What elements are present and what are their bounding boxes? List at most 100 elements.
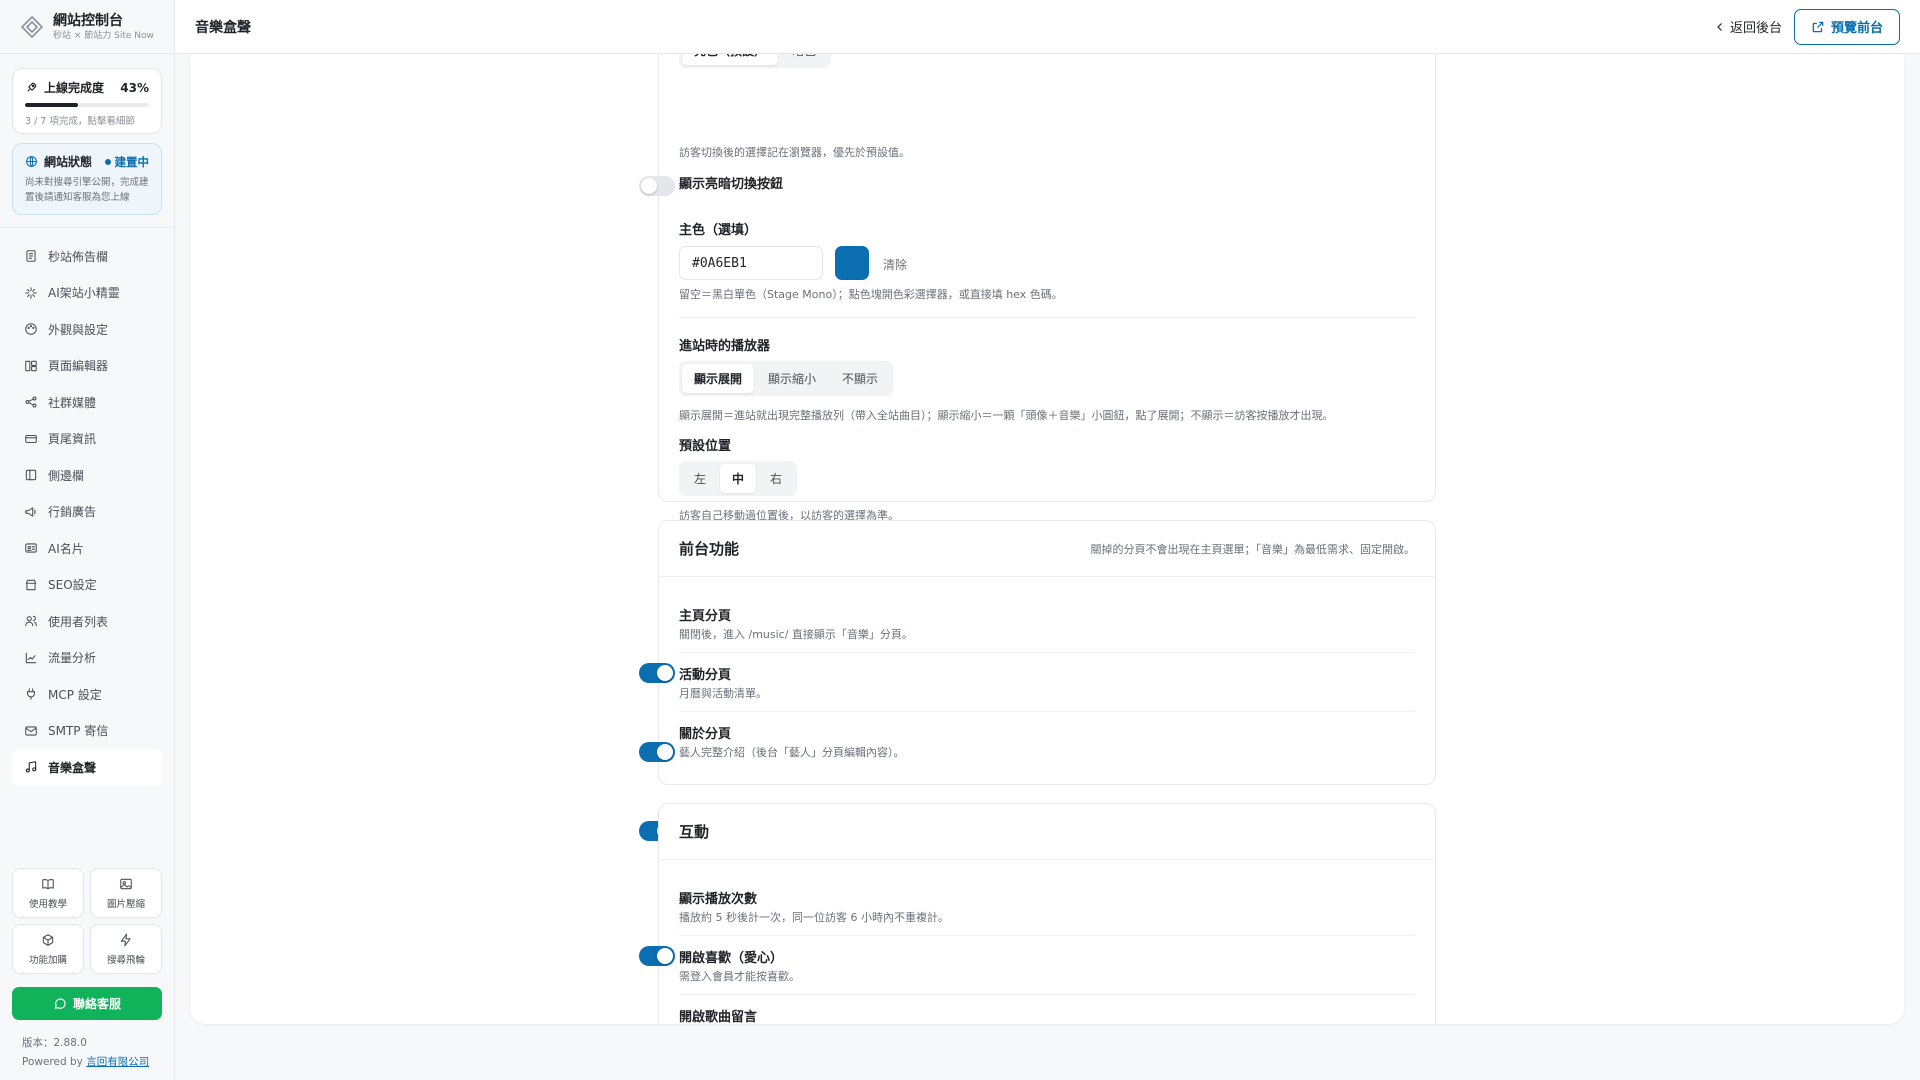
- package-icon: [42, 933, 54, 946]
- sidebar-item-10[interactable]: 使用者列表: [0, 603, 174, 640]
- sidebar-nav: 秒站佈告欄 AI架站小精靈外觀與設定頁面編輯器社群媒體頁尾資訊側邊欄行銷廣告 AI名…: [0, 227, 174, 786]
- sidebar-item-label: 行銷廣告: [48, 505, 97, 520]
- sidebar-item-4[interactable]: 社群媒體: [0, 384, 174, 421]
- sidebar-item-label: AI名片: [48, 541, 84, 556]
- feature-label: 主頁分頁: [679, 609, 732, 624]
- position-label: 預設位置: [679, 439, 732, 454]
- layout-icon: [25, 360, 37, 371]
- sidebar-item-label: 使用者列表: [48, 614, 109, 629]
- main-content: 亮色（預設）暗色 訪客切換後的選擇記在瀏覽器，優先於預設值。 顯示亮暗切換按鈕 …: [190, 54, 1904, 1024]
- feature-label: 活動分頁: [679, 668, 732, 683]
- sidebar-item-label: MCP 設定: [48, 687, 102, 702]
- primary-color-input[interactable]: #0A6EB1: [679, 246, 823, 280]
- show-theme-toggle-label: 顯示亮暗切換按鈕: [679, 177, 784, 192]
- interaction-panel: 互動 顯示播放次數 播放約 5 秒後計一次，同一位訪客 6 小時內不重複計。 開啟喜…: [639, 803, 1436, 1024]
- interaction-title: 互動: [679, 823, 710, 841]
- theme-desc: 訪客切換後的選擇記在瀏覽器，優先於預設值。: [679, 146, 910, 159]
- quick-link-2[interactable]: 功能加購: [12, 924, 84, 974]
- contact-support-label: 聯絡客服: [72, 997, 121, 1011]
- section-divider: [679, 317, 1415, 318]
- sidebar-item-5[interactable]: 頁尾資訊: [0, 421, 174, 458]
- quick-link-label: 使用教學: [28, 898, 67, 910]
- player-option-0[interactable]: 顯示展開: [682, 364, 755, 393]
- player-desc: 顯示展開＝進站就出現完整播放列（帶入全站曲目）；顯示縮小＝一顆「頭像＋音樂」小圓…: [679, 409, 1334, 422]
- company-link[interactable]: 言回有限公司: [86, 1056, 149, 1068]
- position-segmented: 左中右: [679, 461, 798, 496]
- position-option-0[interactable]: 左: [682, 464, 718, 493]
- sidebar-item-12[interactable]: MCP 設定: [0, 676, 174, 713]
- chevron-left-icon: [1717, 22, 1722, 31]
- preview-frontend-button[interactable]: 預覽前台: [1793, 8, 1900, 45]
- frontend-features-header: 前台功能 關掉的分頁不會出現在主頁選單；「音樂」為最低需求、固定開啟。: [659, 521, 1435, 577]
- sidebar-item-13[interactable]: SMTP 寄信: [0, 713, 174, 750]
- sidebar-item-label: 社群媒體: [48, 395, 97, 410]
- interaction-feature-list: 顯示播放次數 播放約 5 秒後計一次，同一位訪客 6 小時內不重複計。 開啟喜歡（愛…: [639, 860, 1435, 1024]
- quick-link-3[interactable]: 搜尋飛輪: [90, 924, 162, 974]
- sidebar-item-6[interactable]: 側邊欄: [0, 457, 174, 494]
- appearance-panel: 亮色（預設）暗色 訪客切換後的選擇記在瀏覽器，優先於預設值。 顯示亮暗切換按鈕 …: [639, 54, 1436, 522]
- feature-toggle-switch[interactable]: [639, 663, 675, 683]
- preview-frontend-label: 預覽前台: [1830, 21, 1883, 36]
- sidebar-item-3[interactable]: 頁面編輯器: [0, 348, 174, 385]
- sidebar-item-14[interactable]: 音樂盒聲: [12, 749, 162, 786]
- position-option-1[interactable]: 中: [720, 464, 757, 493]
- page-title: 音樂盒聲: [195, 19, 251, 36]
- sidebar-item-label: 頁尾資訊: [48, 432, 97, 447]
- interaction-header: 互動: [659, 804, 1435, 860]
- image-icon: [120, 878, 132, 889]
- feature-toggle-switch[interactable]: [639, 946, 675, 966]
- brand[interactable]: 網站控制台 秒站 × 節站力 Site Now: [0, 0, 174, 54]
- show-theme-toggle-switch[interactable]: [639, 176, 675, 196]
- player-option-2[interactable]: 不顯示: [830, 364, 890, 393]
- feature-toggle-switch[interactable]: [639, 742, 675, 762]
- player-label: 進站時的播放器: [679, 339, 771, 354]
- primary-color-swatch[interactable]: [835, 246, 869, 280]
- globe-icon: [26, 156, 37, 167]
- plug-icon: [26, 688, 36, 701]
- progress-percent: 43%: [120, 80, 149, 95]
- row-divider: [679, 652, 1415, 653]
- sidebar-item-11[interactable]: 流量分析: [0, 640, 174, 677]
- sidebar-item-0[interactable]: 秒站佈告欄: [0, 238, 174, 275]
- player-option-1[interactable]: 顯示縮小: [756, 364, 828, 393]
- feature-desc: 月曆與活動清單。: [679, 687, 767, 700]
- brand-subtitle: 秒站 × 節站力 Site Now: [53, 30, 154, 41]
- row-divider: [679, 711, 1415, 712]
- progress-bar-fill: [25, 103, 79, 107]
- sidebar-item-8[interactable]: AI名片: [0, 530, 174, 567]
- position-option-2[interactable]: 右: [758, 464, 794, 493]
- status-badge-text: 建置中: [114, 154, 150, 169]
- feature-label: 開啟歌曲留言: [679, 1010, 758, 1024]
- quick-link-0[interactable]: 使用教學: [12, 868, 84, 918]
- frontend-features-hint: 關掉的分頁不會出現在主頁選單；「音樂」為最低需求、固定開啟。: [1090, 542, 1416, 556]
- site-status-card[interactable]: 網站狀態 建置中 尚未對搜尋引擎公開，完成建置後請通知客服為您上線: [12, 143, 162, 215]
- back-to-admin-link[interactable]: 返回後台: [1714, 17, 1782, 36]
- sidebar-item-2[interactable]: 外觀與設定: [0, 311, 174, 348]
- sidebar: 網站控制台 秒站 × 節站力 Site Now 上線完成度 43% 3 / 7 …: [0, 0, 175, 1080]
- clear-color-button[interactable]: 清除: [883, 256, 907, 273]
- contact-support-button[interactable]: 聯絡客服: [12, 987, 162, 1020]
- feature-desc: 藝人完整介紹（後台「藝人」分頁編輯內容）。: [679, 746, 905, 759]
- quick-link-1[interactable]: 圖片壓縮: [90, 868, 162, 918]
- music-note-icon: [25, 761, 37, 773]
- theme-mode-segmented: 亮色（預設）暗色: [679, 54, 832, 68]
- sidebar-item-1[interactable]: AI架站小精靈: [0, 275, 174, 312]
- sidebar-item-7[interactable]: 行銷廣告: [0, 494, 174, 531]
- theme-option-0[interactable]: 亮色（預設）: [682, 54, 779, 65]
- launch-progress-card[interactable]: 上線完成度 43% 3 / 7 項完成，點擊看細節: [12, 68, 162, 134]
- theme-option-1[interactable]: 暗色: [780, 54, 828, 65]
- feature-label: 開啟喜歡（愛心）: [679, 951, 784, 966]
- progress-bar: [25, 103, 149, 107]
- feature-desc: 需登入會員才能按喜歡。: [679, 970, 800, 983]
- topbar: 音樂盒聲 返回後台 預覽前台: [175, 0, 1920, 54]
- sidebar-item-label: 外觀與設定: [48, 322, 109, 337]
- progress-sub: 3 / 7 項完成，點擊看細節: [25, 116, 135, 127]
- sidebar-item-label: 流量分析: [48, 651, 97, 666]
- feature-desc: 播放約 5 秒後計一次，同一位訪客 6 小時內不重複計。: [679, 911, 949, 924]
- chat-bubble-icon: [54, 997, 66, 1009]
- bolt-icon: [120, 933, 131, 946]
- version-info: 版本：2.88.0 Powered by 言回有限公司: [22, 1034, 149, 1072]
- row-divider: [679, 935, 1415, 936]
- quick-link-label: 圖片壓縮: [106, 898, 145, 910]
- sidebar-item-9[interactable]: SEO設定: [0, 567, 174, 604]
